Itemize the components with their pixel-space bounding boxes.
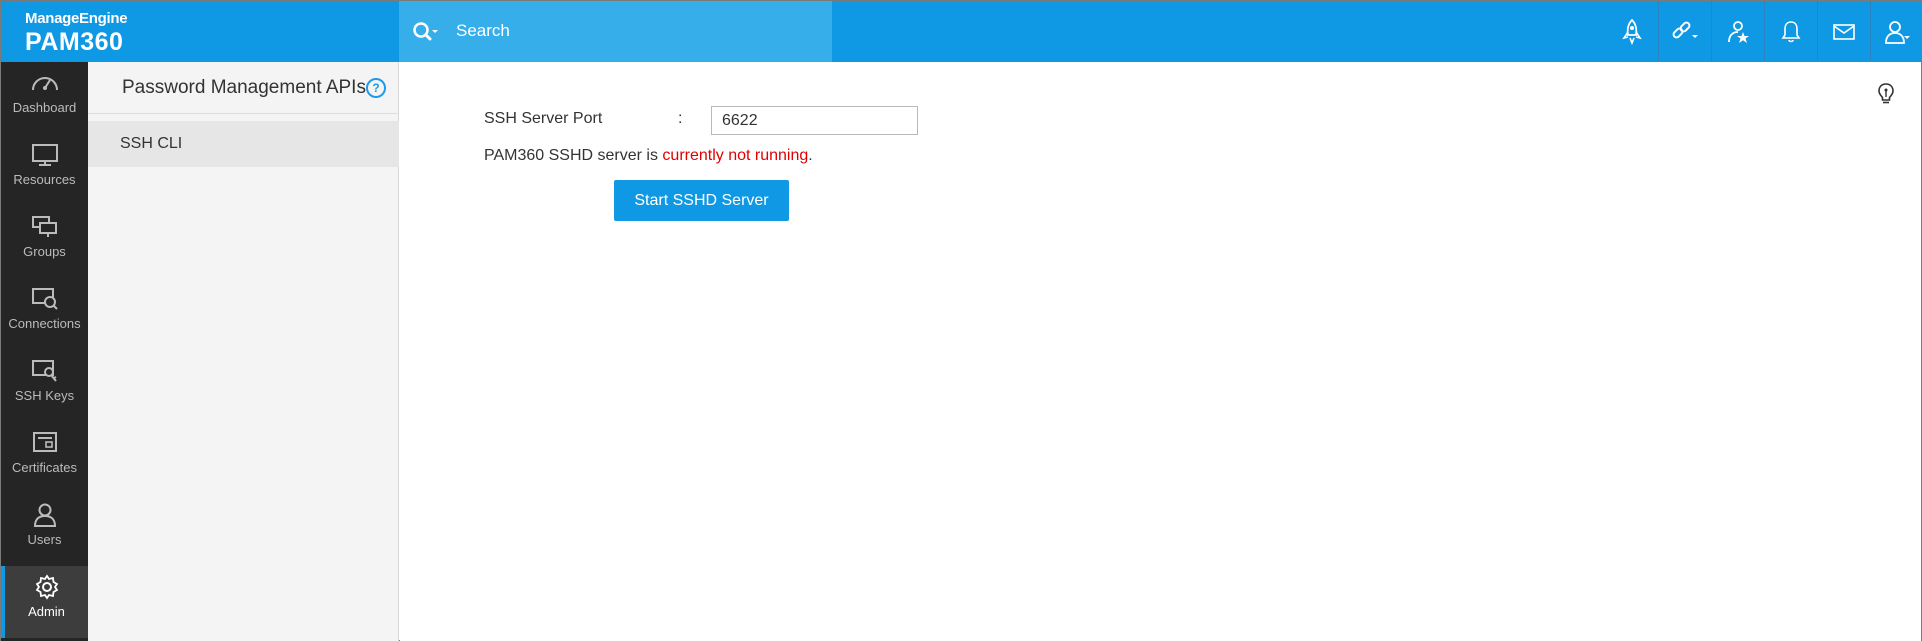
nav-label: Groups (23, 244, 66, 259)
search-icon[interactable] (411, 20, 441, 44)
start-sshd-server-button[interactable]: Start SSHD Server (614, 180, 789, 221)
main-content: SSH Server Port : PAM360 SSHD server is … (400, 62, 1921, 641)
nav-label: Admin (28, 604, 65, 619)
user-account-icon[interactable] (1870, 1, 1922, 62)
nav-item-resources[interactable]: Resources (1, 134, 88, 206)
product-name: PAM360 (25, 28, 124, 56)
nav-item-dashboard[interactable]: Dashboard (1, 62, 88, 134)
lightbulb-icon[interactable] (1876, 82, 1896, 106)
nav-label: SSH Keys (14, 388, 75, 403)
logo[interactable]: ManageEngine PAM360 (1, 1, 399, 62)
sub-panel: Password Management APIs ? SSH CLI (88, 62, 399, 641)
bell-icon[interactable] (1764, 1, 1817, 62)
connections-icon (31, 288, 58, 310)
user-icon (33, 503, 56, 527)
help-icon[interactable]: ? (366, 78, 386, 98)
nav-label: Certificates (11, 460, 78, 475)
status-value: currently not running (662, 147, 809, 164)
brand-name: ManageEngine (25, 10, 128, 27)
sub-panel-header: Password Management APIs ? (88, 62, 399, 114)
nav-label: Connections (8, 316, 81, 331)
mail-icon[interactable] (1817, 1, 1870, 62)
sshd-status-text: PAM360 SSHD server is currently not runn… (484, 147, 813, 165)
gauge-icon (31, 77, 58, 91)
field-colon: : (678, 110, 683, 127)
top-bar: ManageEngine PAM360 Search (1, 1, 1922, 62)
search-bar[interactable]: Search (399, 1, 832, 62)
search-input[interactable]: Search (456, 21, 510, 41)
launch-icon[interactable] (1605, 1, 1658, 62)
status-prefix: PAM360 SSHD server is (484, 147, 663, 164)
ssh-port-input[interactable] (711, 106, 918, 135)
sub-item-label: SSH CLI (120, 135, 183, 152)
sub-item-ssh-cli[interactable]: SSH CLI (88, 121, 399, 167)
link-icon[interactable] (1658, 1, 1711, 62)
nav-label: Dashboard (12, 100, 77, 115)
gear-icon (35, 574, 58, 600)
groups-icon (31, 216, 57, 237)
sub-panel-title: Password Management APIs (122, 77, 366, 98)
monitor-icon (31, 144, 58, 166)
nav-item-certificates[interactable]: Certificates (1, 422, 88, 494)
left-nav: Dashboard Resources Groups Connections S… (1, 62, 88, 641)
nav-label: Resources (13, 172, 76, 187)
key-icon (31, 360, 57, 382)
nav-label: Users (27, 532, 62, 547)
nav-item-connections[interactable]: Connections (1, 278, 88, 350)
status-suffix: . (808, 147, 813, 164)
header-icons (1605, 1, 1922, 62)
certificate-icon (32, 432, 57, 452)
nav-item-users[interactable]: Users (1, 494, 88, 566)
favorite-icon[interactable] (1711, 1, 1764, 62)
nav-item-groups[interactable]: Groups (1, 206, 88, 278)
ssh-port-label: SSH Server Port (484, 110, 603, 127)
nav-item-ssh-keys[interactable]: SSH Keys (1, 350, 88, 422)
nav-item-admin[interactable]: Admin (1, 566, 88, 638)
